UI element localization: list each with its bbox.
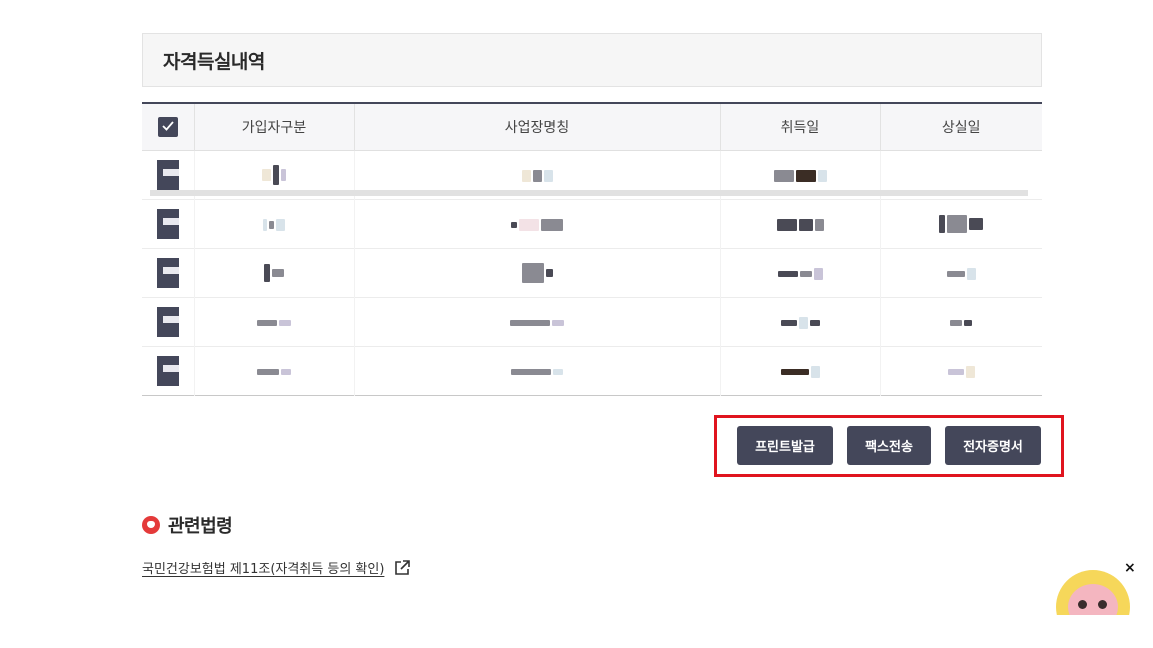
redacted-cell bbox=[257, 319, 291, 326]
redacted-cell bbox=[780, 365, 820, 378]
table-row bbox=[142, 297, 1042, 346]
redacted-cell bbox=[950, 319, 973, 326]
row-checkbox[interactable] bbox=[156, 306, 179, 337]
print-issue-button[interactable]: 프린트발급 bbox=[737, 426, 833, 465]
table-row bbox=[142, 346, 1042, 395]
redacted-cell bbox=[521, 262, 553, 283]
header-acquired: 취득일 bbox=[719, 103, 880, 150]
law-link[interactable]: 국민건강보험법 제11조(자격취득 등의 확인) bbox=[142, 558, 384, 577]
row-checkbox[interactable] bbox=[156, 257, 179, 288]
redacted-cell bbox=[257, 368, 291, 375]
row-checkbox[interactable] bbox=[156, 159, 179, 190]
table-row bbox=[142, 199, 1042, 248]
section-header: 자격득실내역 bbox=[142, 33, 1042, 87]
row-divider bbox=[150, 190, 1028, 196]
mascot-eye bbox=[1078, 600, 1087, 609]
check-icon bbox=[162, 121, 174, 131]
redacted-cell bbox=[521, 169, 553, 182]
redacted-cell bbox=[939, 215, 984, 234]
table-row bbox=[142, 248, 1042, 297]
redacted-cell bbox=[510, 319, 564, 326]
select-all-checkbox[interactable] bbox=[157, 116, 178, 137]
header-lost: 상실일 bbox=[879, 103, 1042, 150]
qualification-table: 가입자구분 사업장명칭 취득일 상실일 bbox=[142, 102, 1042, 396]
redacted-cell bbox=[947, 365, 975, 378]
law-link-row[interactable]: 국민건강보험법 제11조(자격취득 등의 확인) bbox=[142, 558, 411, 577]
redacted-cell bbox=[511, 368, 563, 375]
redacted-cell bbox=[263, 218, 285, 231]
redacted-cell bbox=[946, 267, 976, 280]
section-title: 자격득실내역 bbox=[163, 50, 265, 73]
redacted-cell bbox=[264, 264, 284, 283]
row-checkbox[interactable] bbox=[156, 208, 179, 239]
related-law-title: 관련법령 bbox=[168, 516, 233, 537]
header-type: 가입자구분 bbox=[193, 103, 354, 150]
redacted-cell bbox=[777, 267, 823, 280]
redacted-cell bbox=[773, 169, 827, 182]
redacted-cell bbox=[776, 218, 824, 231]
redacted-cell bbox=[262, 164, 286, 185]
related-law-heading: 관련법령 bbox=[142, 512, 233, 538]
select-all-cell[interactable] bbox=[142, 103, 194, 150]
redacted-cell bbox=[511, 218, 563, 231]
law-bullet-icon bbox=[142, 516, 160, 534]
row-checkbox[interactable] bbox=[156, 355, 179, 386]
e-certificate-button[interactable]: 전자증명서 bbox=[945, 426, 1041, 465]
mascot-eye bbox=[1098, 600, 1107, 609]
chatbot-mascot[interactable] bbox=[1056, 570, 1130, 615]
fax-send-button[interactable]: 팩스전송 bbox=[847, 426, 931, 465]
header-workplace: 사업장명칭 bbox=[353, 103, 720, 150]
table-header-row: 가입자구분 사업장명칭 취득일 상실일 bbox=[142, 103, 1042, 150]
redacted-cell bbox=[780, 316, 820, 329]
external-link-icon[interactable] bbox=[394, 559, 411, 576]
